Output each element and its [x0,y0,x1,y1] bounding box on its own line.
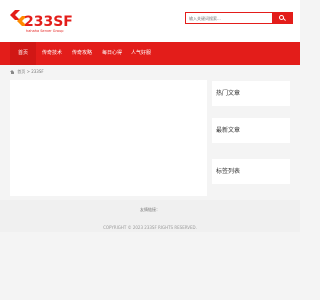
nav-item-tech[interactable]: 传奇技术 [37,42,67,65]
widget-title: 热门文章 [216,90,241,97]
content-panel [10,80,207,196]
search-box [185,12,293,24]
home-icon [10,69,15,75]
widget-title: 标签列表 [216,168,241,175]
search-button[interactable] [272,13,292,23]
hot-articles-widget: 热门文章 [212,81,290,106]
nav-item-home[interactable]: 首页 [10,42,36,65]
nav-item-daily[interactable]: 每日心得 [97,42,127,65]
site-logo[interactable]: 233SF hahaha Server Group [8,8,74,34]
breadcrumb: 首页 > 233SF [10,68,44,76]
copyright-text: COPYRIGHT © 2023 233SF RIGHTS RESERVED. [103,225,197,230]
tag-list-widget: 标签列表 [212,159,290,184]
svg-text:233SF: 233SF [24,14,73,30]
svg-text:hahaha Server Group: hahaha Server Group [26,29,64,33]
breadcrumb-current: 233SF [31,69,44,74]
site-header: 233SF hahaha Server Group [0,0,300,42]
main-nav: 首页 传奇技术 传奇攻略 每日心得 人气好服 [0,42,300,65]
nav-item-guide[interactable]: 传奇攻略 [67,42,97,65]
search-input[interactable] [186,13,273,23]
latest-articles-widget: 最新文章 [212,118,290,143]
breadcrumb-home[interactable]: 首页 [17,68,25,76]
search-icon-handle [283,18,286,21]
breadcrumb-separator: > [26,69,30,74]
nav-item-popular[interactable]: 人气好服 [126,42,156,65]
widget-title: 最新文章 [216,127,241,134]
friend-links: 友情链接： [140,207,160,212]
